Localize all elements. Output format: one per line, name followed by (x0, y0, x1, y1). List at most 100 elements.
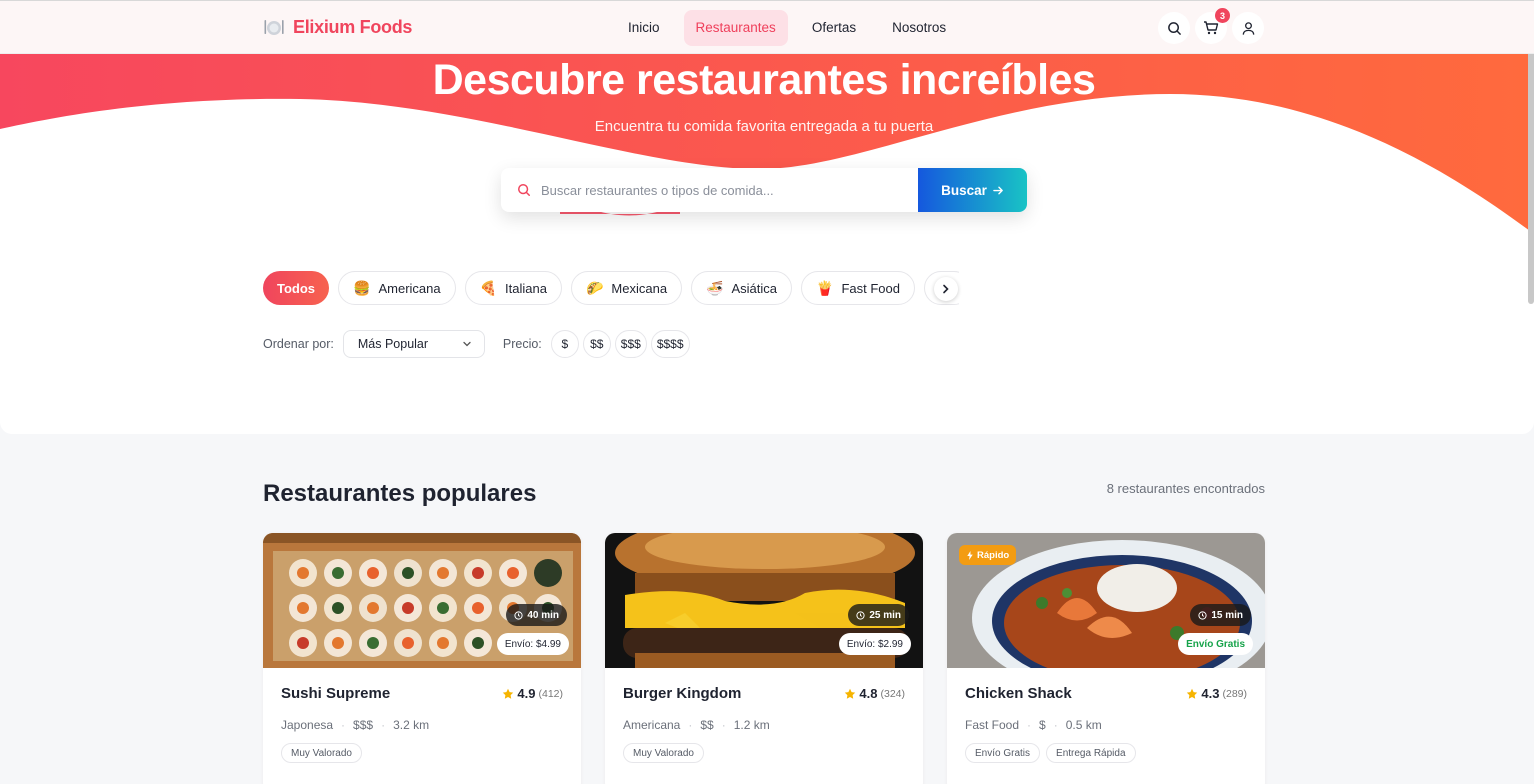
taco-icon: 🌮 (585, 279, 604, 296)
clock-icon (856, 610, 865, 620)
star-icon (503, 688, 514, 699)
nav-link-inicio[interactable]: Inicio (616, 10, 672, 46)
restaurant-name: Sushi Supreme (281, 685, 391, 702)
review-count: (289) (1222, 687, 1247, 700)
burger-icon: 🍔 (353, 279, 371, 296)
category-scroll-next-button[interactable] (934, 277, 958, 301)
delivery-time-badge: 15 min (1190, 604, 1251, 626)
delivery-time-badge: 25 min (848, 604, 909, 626)
chevron-down-icon (463, 341, 471, 347)
search-button[interactable] (1158, 12, 1190, 44)
category-label: Mexicana (611, 280, 668, 296)
search-input[interactable] (541, 182, 918, 198)
category-chip-americana[interactable]: 🍔 Americana (338, 271, 456, 305)
sort-and-price-filters: Ordenar por: Más Popular Precio: $ $$ $$… (263, 330, 694, 358)
cuisine: Americana (623, 718, 681, 732)
chevron-right-icon (943, 284, 949, 294)
plate-icon (263, 16, 285, 38)
category-chip-italiana[interactable]: 🍕 Italiana (464, 271, 562, 305)
sort-label: Ordenar por: (263, 337, 334, 351)
rating-value: 4.9 (517, 686, 536, 701)
price-filter-2[interactable]: $$ (582, 330, 611, 358)
review-count: (412) (538, 687, 563, 700)
account-button[interactable] (1232, 12, 1264, 44)
category-label: Todos (277, 280, 316, 296)
star-icon (1187, 688, 1198, 699)
cart-button[interactable]: 3 (1195, 8, 1230, 44)
cuisine: Fast Food (965, 718, 1020, 732)
restaurant-tag: Entrega Rápida (1046, 743, 1136, 763)
price-filter-4[interactable]: $$$$ (650, 330, 690, 358)
search-submit-button[interactable]: Buscar (918, 168, 1027, 212)
restaurant-photo-burger: 25 min Envío: $2.99 (605, 533, 923, 668)
restaurant-photo-chicken: Rápido 15 min Envío Gratis (947, 533, 1265, 668)
review-count: (324) (880, 687, 905, 700)
restaurant-meta: Fast Food · $ · 0.5 km (965, 718, 1102, 732)
nav-actions: 3 (1158, 8, 1264, 44)
rating-value: 4.8 (859, 686, 878, 701)
price-filter-1[interactable]: $ (550, 330, 579, 358)
cuisine: Japonesa (281, 718, 334, 732)
brand[interactable]: Elixium Foods (263, 16, 412, 38)
category-chip-asiatica[interactable]: 🍜 Asiática (691, 271, 793, 305)
top-navbar: Elixium Foods Inicio Restaurantes Oferta… (0, 0, 1534, 54)
restaurant-tag: Envío Gratis (965, 743, 1041, 763)
search-icon (517, 183, 531, 197)
clock-icon (1198, 610, 1207, 620)
results-count: 8 restaurantes encontrados (1106, 481, 1265, 496)
category-filter: Todos 🍔 Americana 🍕 Italiana 🌮 Mexicana 🍜 As… (263, 271, 959, 305)
distance: 3.2 km (393, 718, 430, 732)
nav-link-restaurantes[interactable]: Restaurantes (683, 10, 788, 46)
search-bar: Buscar (501, 168, 1027, 212)
restaurant-card-burger-kingdom[interactable]: 25 min Envío: $2.99 Burger Kingdom 4.8 (… (605, 533, 923, 784)
distance: 0.5 km (1065, 718, 1102, 732)
arrow-right-icon (993, 186, 1003, 194)
main-nav: Inicio Restaurantes Ofertas Nosotros (616, 10, 970, 46)
user-icon (1242, 21, 1254, 35)
search-button-label: Buscar (941, 182, 987, 198)
category-label: Fast Food (841, 280, 900, 296)
hero-title: Descubre restaurantes increíbles (432, 56, 1096, 104)
delivery-time: 40 min (527, 609, 559, 621)
delivery-time-badge: 40 min (506, 604, 567, 626)
shipping-badge: Envío: $4.99 (496, 633, 569, 655)
star-icon (845, 688, 856, 699)
search-icon (1167, 21, 1181, 35)
nav-link-nosotros[interactable]: Nosotros (880, 10, 958, 46)
shipping-badge: Envío Gratis (1178, 633, 1253, 655)
page-scrollbar[interactable] (1528, 14, 1534, 304)
noodles-icon: 🍜 (706, 279, 724, 296)
category-chip-fast-food[interactable]: 🍟 Fast Food (801, 271, 915, 305)
category-chip-mexicana[interactable]: 🌮 Mexicana (570, 271, 683, 305)
restaurant-photo-sushi: 40 min Envío: $4.99 (263, 533, 581, 668)
restaurant-card-sushi-supreme[interactable]: 40 min Envío: $4.99 Sushi Supreme 4.9 (4… (263, 533, 581, 784)
brand-name: Elixium Foods (293, 16, 413, 37)
price-level: $ (1039, 718, 1046, 732)
nav-link-ofertas[interactable]: Ofertas (800, 10, 868, 46)
restaurant-tag: Muy Valorado (623, 743, 704, 763)
sort-select[interactable]: Más Popular (342, 330, 485, 358)
category-chip-todos[interactable]: Todos (263, 271, 330, 305)
price-level: $$ (700, 718, 714, 732)
price-filter-3[interactable]: $$$ (614, 330, 647, 358)
rating: 4.8 (324) (844, 686, 905, 701)
restaurant-meta: Americana · $$ · 1.2 km (623, 718, 770, 732)
category-label: Italiana (505, 280, 547, 296)
price-level: $$$ (353, 718, 374, 732)
shipping-badge: Envío: $2.99 (838, 633, 911, 655)
restaurant-meta: Japonesa · $$$ · 3.2 km (281, 718, 430, 732)
sort-value: Más Popular (357, 337, 429, 351)
cart-icon (1204, 21, 1219, 35)
category-label: Asiática (731, 280, 778, 296)
rating-value: 4.3 (1201, 686, 1220, 701)
fries-icon: 🍟 (816, 279, 834, 296)
category-label: Americana (378, 280, 441, 296)
section-title: Restaurantes populares (263, 480, 537, 507)
fast-badge: Rápido (959, 545, 1017, 565)
cart-count-badge: 3 (1215, 8, 1230, 23)
lightning-icon (967, 550, 973, 560)
hero-section: Descubre restaurantes increíbles Encuent… (0, 54, 1534, 434)
clock-icon (514, 610, 523, 620)
pizza-icon: 🍕 (479, 279, 498, 296)
restaurant-card-chicken-shack[interactable]: Rápido 15 min Envío Gratis Chicken Shack… (947, 533, 1265, 784)
